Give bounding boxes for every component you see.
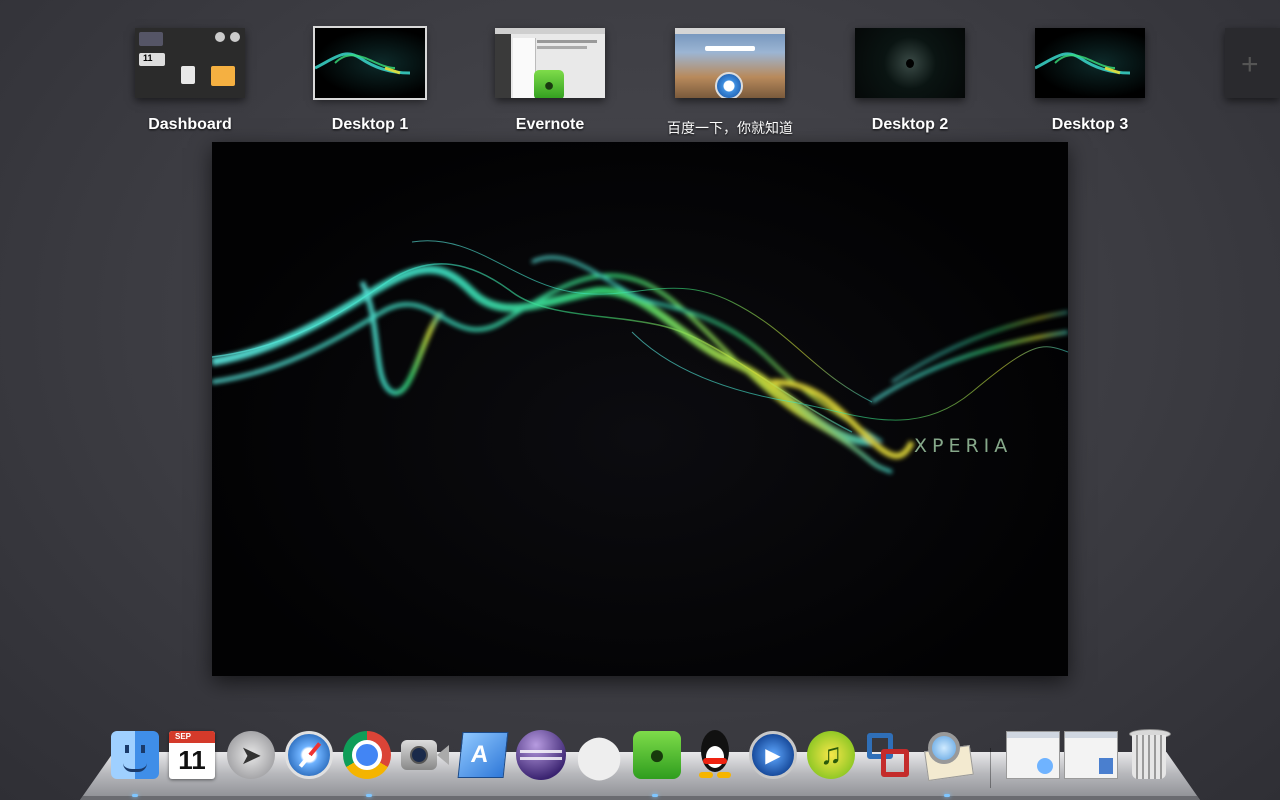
running-indicator	[132, 794, 138, 797]
space-thumbnail[interactable]: 11	[135, 28, 245, 98]
dock-separator	[990, 748, 991, 788]
space-label: Evernote	[515, 116, 585, 133]
calendar-month: SEP	[169, 731, 215, 743]
space-evernote[interactable]: ● Evernote	[495, 28, 605, 133]
finder-icon[interactable]	[108, 728, 162, 782]
launchpad-icon[interactable]: ➤	[224, 728, 278, 782]
dock: SEP 11 ➤ A ⬤ ● ▶ ♫	[108, 728, 1178, 788]
space-label: 百度一下，你就知道	[667, 121, 793, 137]
documents-stack-icon[interactable]	[1064, 728, 1118, 782]
downloads-stack-icon[interactable]	[1006, 728, 1060, 782]
space-label: Desktop 1	[331, 116, 409, 133]
preview-icon[interactable]	[920, 728, 974, 782]
add-space-thumbnail[interactable]: +	[1225, 28, 1280, 98]
running-indicator	[944, 794, 950, 797]
space-thumbnail[interactable]	[855, 28, 965, 98]
spaces-bar: 11 Dashboard Desktop 1 ● Evernote 百度一下，你…	[0, 0, 1280, 140]
facetime-icon[interactable]	[398, 728, 452, 782]
desktop-preview[interactable]: XPERIA	[212, 142, 1068, 676]
xcode-icon[interactable]: A	[456, 728, 510, 782]
qq-icon[interactable]	[688, 728, 742, 782]
wallpaper-thumb	[1035, 52, 1131, 75]
space-dashboard[interactable]: 11 Dashboard	[135, 28, 245, 133]
plus-icon: +	[1241, 48, 1259, 81]
evernote-icon: ●	[534, 70, 564, 98]
safari-icon	[715, 72, 743, 98]
apple-logo-icon	[906, 59, 914, 68]
space-label: Desktop 3	[1051, 116, 1129, 133]
space-thumbnail[interactable]	[675, 28, 785, 98]
vmware-icon[interactable]	[862, 728, 916, 782]
wallpaper-thumb	[315, 52, 411, 75]
space-thumbnail[interactable]: ●	[495, 28, 605, 98]
space-label: Desktop 2	[871, 116, 949, 133]
calendar-widget-date: 11	[143, 53, 153, 63]
safari-icon[interactable]	[282, 728, 336, 782]
space-label: Dashboard	[148, 116, 232, 133]
space-thumbnail[interactable]	[313, 26, 427, 100]
chrome-icon[interactable]	[340, 728, 394, 782]
wallpaper-brand-text: XPERIA	[914, 435, 1013, 457]
running-indicator	[366, 794, 372, 797]
calendar-icon[interactable]: SEP 11	[165, 728, 219, 782]
unity-icon[interactable]: ⬤	[572, 728, 626, 782]
space-baidu[interactable]: 百度一下，你就知道	[667, 28, 793, 137]
running-indicator	[652, 794, 658, 797]
music-icon[interactable]: ♫	[804, 728, 858, 782]
evernote-icon[interactable]: ●	[630, 728, 684, 782]
calendar-day: 11	[178, 745, 206, 775]
trash-icon[interactable]	[1122, 728, 1176, 782]
add-space-button[interactable]: +	[1225, 28, 1280, 98]
space-desktop-2[interactable]: Desktop 2	[855, 28, 965, 133]
space-desktop-3[interactable]: Desktop 3	[1035, 28, 1145, 133]
space-thumbnail[interactable]	[1035, 28, 1145, 98]
xperia-wallpaper	[212, 240, 1068, 474]
space-desktop-1[interactable]: Desktop 1	[313, 26, 427, 133]
quicktime-icon[interactable]: ▶	[746, 728, 800, 782]
eclipse-icon[interactable]	[514, 728, 568, 782]
